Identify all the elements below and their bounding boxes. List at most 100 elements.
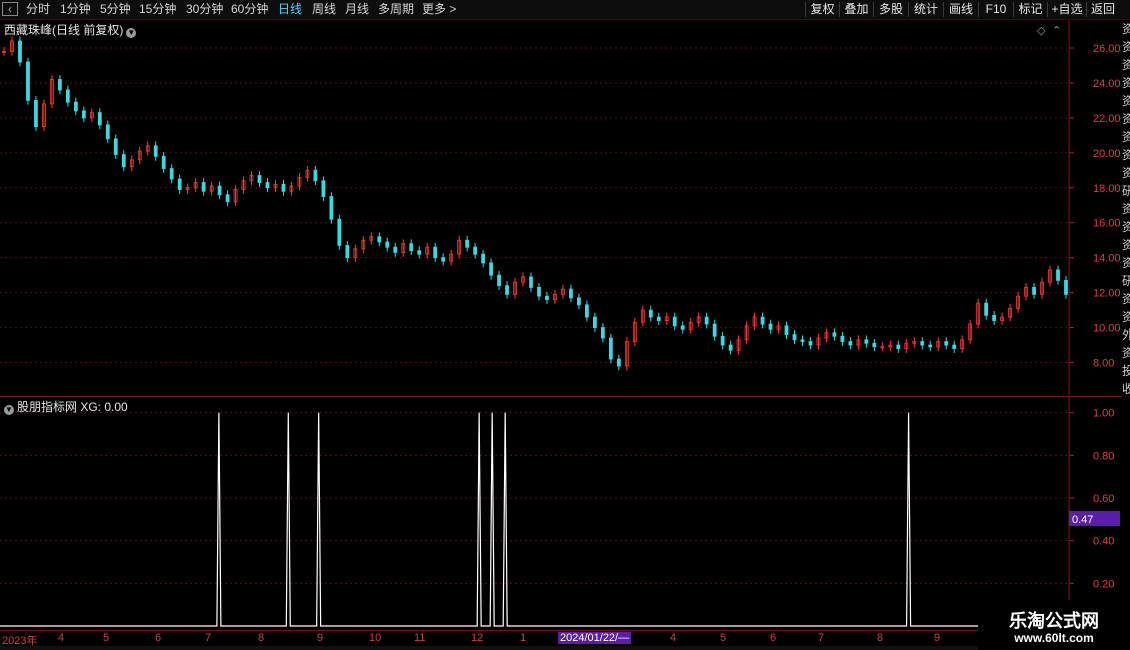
candle xyxy=(784,321,789,339)
candle xyxy=(377,232,382,247)
date-axis-label: 9 xyxy=(317,632,324,644)
candle xyxy=(369,232,374,245)
candle xyxy=(177,174,182,194)
candle xyxy=(872,338,877,352)
date-axis-label: 8 xyxy=(258,632,265,644)
indicator-tick-label: 0.40 xyxy=(1093,536,1114,548)
right-strip-item: 资 xyxy=(1122,202,1130,216)
candle xyxy=(353,244,358,263)
candle xyxy=(696,312,701,327)
candle xyxy=(201,178,206,196)
candle xyxy=(840,331,845,346)
price-tick-label: 26.00 xyxy=(1093,43,1121,55)
stock-title-label: 西藏珠峰(日线 前复权) xyxy=(4,23,124,37)
candle xyxy=(1032,283,1036,299)
candle xyxy=(648,305,653,322)
candle xyxy=(880,342,885,352)
candle xyxy=(425,242,430,259)
candle xyxy=(600,323,605,343)
candle xyxy=(57,75,62,95)
candle xyxy=(529,272,533,292)
right-strip-item: 资 xyxy=(1122,58,1130,72)
candle xyxy=(313,165,318,186)
candle xyxy=(65,85,70,107)
candle xyxy=(936,337,941,352)
main-chart-title[interactable]: 西藏珠峰(日线 前复权) ▼ xyxy=(4,21,137,38)
date-axis-label: 4 xyxy=(58,632,65,644)
price-tick-label: 18.00 xyxy=(1093,183,1121,195)
right-strip-item: 资 xyxy=(1122,238,1130,252)
candle xyxy=(497,270,501,291)
candle xyxy=(1016,291,1020,313)
candle xyxy=(10,36,14,56)
date-axis-label: 1 xyxy=(520,632,527,644)
candle xyxy=(984,298,989,320)
candle xyxy=(856,335,861,350)
right-strip-item: 资 xyxy=(1122,76,1130,90)
watermark-logo: 乐淘公式网 www.60lt.com xyxy=(978,600,1130,650)
candle xyxy=(385,237,390,252)
right-strip-item: 研 xyxy=(1122,274,1130,288)
candle xyxy=(193,178,198,193)
price-tick-label: 12.00 xyxy=(1093,288,1121,300)
candle xyxy=(952,340,957,353)
candle xyxy=(265,178,270,193)
kline-chart[interactable]: 26.0024.0022.0020.0018.0016.0014.0012.00… xyxy=(0,0,1130,650)
candle xyxy=(569,284,573,303)
right-info-strip: 资资资资资资资资资研资资资资研资资外资投收 xyxy=(1122,20,1130,630)
candle xyxy=(329,192,334,224)
candle xyxy=(545,291,549,304)
candle xyxy=(113,134,118,159)
candle xyxy=(473,242,478,259)
xg-signal-line xyxy=(0,412,978,627)
date-axis-label: 4 xyxy=(670,632,677,644)
right-strip-item: 资 xyxy=(1122,148,1130,162)
candle xyxy=(121,150,126,172)
candle xyxy=(968,319,973,345)
date-axis-label: 10 xyxy=(369,632,382,644)
candle xyxy=(249,171,254,186)
candle xyxy=(50,75,54,109)
candle xyxy=(808,337,813,350)
date-axis-label: 8 xyxy=(877,632,884,644)
candle xyxy=(521,272,525,287)
candle xyxy=(960,335,965,353)
candle xyxy=(832,328,837,341)
right-strip-item: 资 xyxy=(1122,130,1130,144)
date-axis-label: 12 xyxy=(471,632,484,644)
indicator-tick-label: 0.80 xyxy=(1093,450,1114,462)
watermark-title: 乐淘公式网 xyxy=(1009,611,1099,631)
indicator-tick-label: 0.20 xyxy=(1093,578,1114,590)
price-tick-label: 22.00 xyxy=(1093,113,1121,125)
date-axis-label: 5 xyxy=(720,632,727,644)
chevron-up-icon[interactable]: ⌃ xyxy=(1052,25,1061,37)
candle xyxy=(137,146,142,165)
right-strip-item: 资 xyxy=(1122,346,1130,360)
candle xyxy=(129,155,134,172)
chevron-down-icon[interactable]: ▼ xyxy=(4,405,14,415)
candle xyxy=(26,57,30,105)
candle xyxy=(680,321,685,334)
candle xyxy=(1008,303,1013,322)
candle xyxy=(225,190,230,207)
candle xyxy=(145,141,150,156)
chevron-down-icon[interactable]: ▼ xyxy=(126,28,137,38)
candle xyxy=(273,179,278,193)
candle xyxy=(81,106,86,123)
candle xyxy=(393,242,398,257)
candle xyxy=(42,99,46,131)
candle xyxy=(553,290,557,304)
candle xyxy=(616,354,621,371)
date-axis: 2023年 4 5 6 7 8 9 10 11 12 1 2024/01/22/— 4 5 6 7 8 9 xyxy=(0,630,978,647)
candle xyxy=(904,338,909,353)
diamond-icon[interactable]: ◇ xyxy=(1037,25,1046,37)
candle xyxy=(992,310,997,325)
candle xyxy=(481,249,485,268)
candle xyxy=(337,214,342,250)
indicator-title[interactable]: ▼ 股朋指标网 XG: 0.00 xyxy=(4,398,128,415)
candle xyxy=(18,36,22,67)
candle xyxy=(577,293,581,310)
candle xyxy=(505,281,509,299)
candle xyxy=(704,312,709,329)
candle xyxy=(209,181,214,196)
